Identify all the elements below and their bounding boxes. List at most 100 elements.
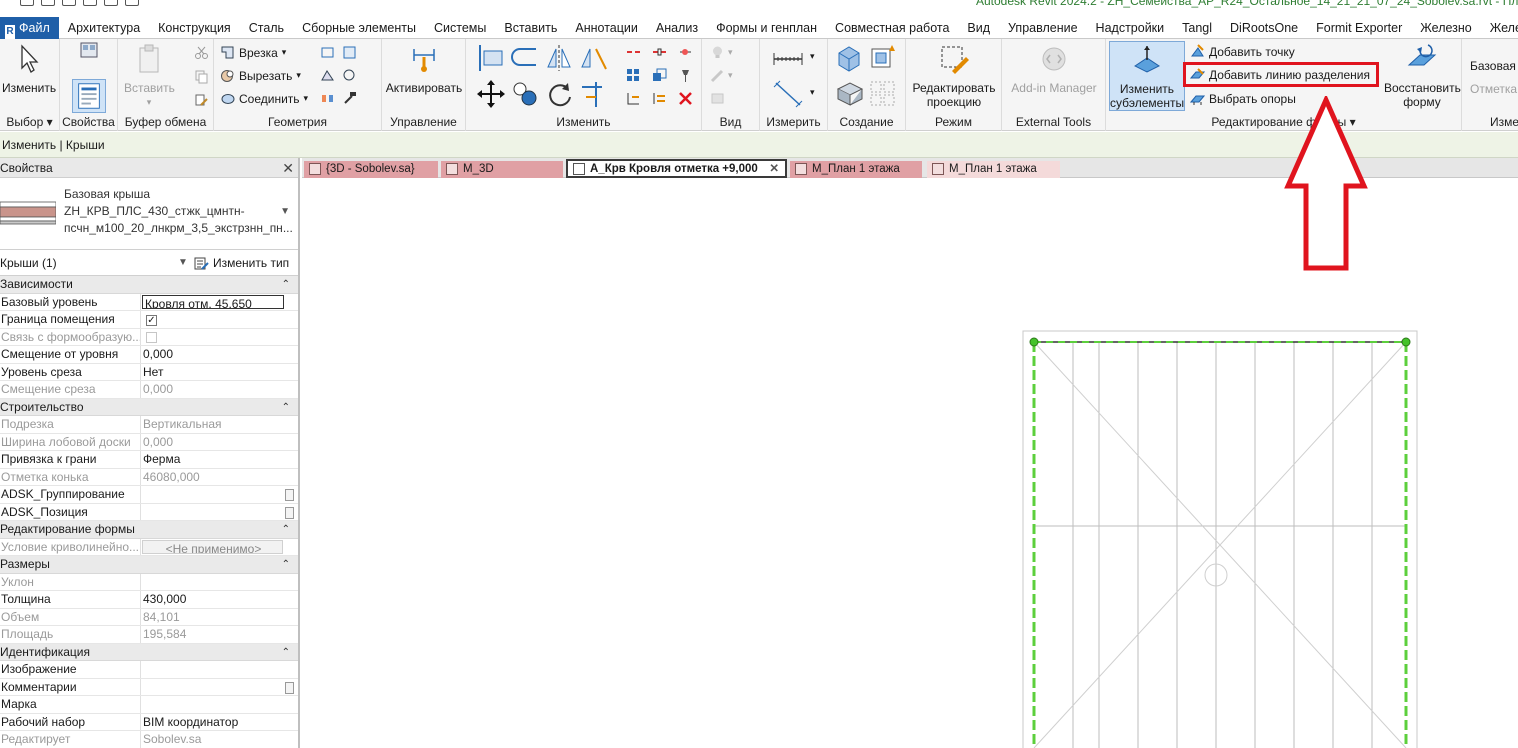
- reset-shape-button[interactable]: Восстановить форму: [1384, 43, 1461, 109]
- tab-analyze[interactable]: Анализ: [647, 17, 707, 39]
- chevron-down-icon[interactable]: ▼: [280, 206, 290, 217]
- property-value[interactable]: ✓: [141, 311, 298, 328]
- split-face-icon[interactable]: [342, 45, 357, 60]
- copy-icon[interactable]: [194, 69, 209, 84]
- tab-steel[interactable]: Сталь: [240, 17, 293, 39]
- type-selector[interactable]: Базовая крыша ZH_КРВ_ПЛС_430_стжк_цмнтн-…: [0, 178, 298, 250]
- tab-formit[interactable]: Formit Exporter: [1307, 17, 1411, 39]
- tab-addins[interactable]: Надстройки: [1087, 17, 1174, 39]
- view-box-icon[interactable]: [710, 91, 725, 106]
- tab-precast[interactable]: Сборные элементы: [293, 17, 425, 39]
- tab-diroots[interactable]: DiRootsOne: [1221, 17, 1307, 39]
- cut-geometry-button[interactable]: Вырезать ▾: [220, 68, 301, 83]
- sync-icon[interactable]: [62, 0, 76, 6]
- split-element-icon[interactable]: [320, 91, 335, 106]
- tab-manage[interactable]: Управление: [999, 17, 1087, 39]
- tab-annotate[interactable]: Аннотации: [566, 17, 646, 39]
- property-value[interactable]: [141, 661, 298, 678]
- paste-button[interactable]: Вставить ▾: [124, 43, 175, 109]
- view-tab-roof-plan-active[interactable]: А_Крв Кровля отметка +9,000 ✕: [566, 159, 787, 178]
- property-group-header[interactable]: Идентификация ⌃: [0, 643, 298, 661]
- move-icon[interactable]: [476, 79, 506, 109]
- split-gap-icon[interactable]: [652, 45, 667, 60]
- create-group-icon[interactable]: [868, 79, 898, 109]
- tab-zhelezno[interactable]: Железно: [1411, 17, 1480, 39]
- checkbox[interactable]: ✓: [146, 315, 157, 326]
- array-icon[interactable]: [626, 68, 641, 83]
- edit-projection-button[interactable]: Редактировать проекцию: [910, 43, 998, 109]
- undo-icon[interactable]: [83, 0, 97, 6]
- instance-filter-select[interactable]: Крыши (1): [0, 250, 57, 276]
- browse-button[interactable]: [285, 506, 294, 519]
- mirror-draw-icon[interactable]: [578, 43, 608, 73]
- modify-sub-elements-button[interactable]: Изменить субэлементы: [1109, 41, 1185, 111]
- property-group-header[interactable]: Размеры ⌃: [0, 556, 298, 574]
- collapse-chevron-icon[interactable]: ⌃: [282, 644, 290, 661]
- print-icon[interactable]: [125, 0, 139, 6]
- tab-systems[interactable]: Системы: [425, 17, 495, 39]
- view-tab-m-plan-1[interactable]: М_План 1 этажа: [790, 161, 922, 178]
- save-icon[interactable]: [41, 0, 55, 6]
- view-tab-m-3d[interactable]: М_3D: [441, 161, 563, 178]
- modify-button[interactable]: Изменить: [2, 43, 56, 95]
- rotate-icon[interactable]: [544, 79, 574, 109]
- collapse-chevron-icon[interactable]: ⌃: [282, 521, 290, 538]
- quick-access-toolbar[interactable]: [20, 0, 139, 6]
- browse-button[interactable]: [285, 489, 294, 501]
- copy-element-icon[interactable]: [510, 79, 540, 109]
- tab-view[interactable]: Вид: [958, 17, 999, 39]
- linework-brush-icon[interactable]: [710, 68, 725, 83]
- property-value[interactable]: Нет: [141, 364, 298, 381]
- property-value[interactable]: [141, 486, 298, 503]
- tab-structure[interactable]: Конструкция: [149, 17, 240, 39]
- trim-extend-icon[interactable]: [578, 79, 608, 109]
- property-group-header[interactable]: Редактирование формы ⌃: [0, 521, 298, 539]
- property-group-header[interactable]: Строительство ⌃: [0, 398, 298, 416]
- property-value[interactable]: <Не применимо>: [142, 539, 283, 554]
- create-parts-icon[interactable]: [834, 79, 864, 109]
- property-value[interactable]: Кровля отм. 45.650: [142, 294, 284, 309]
- paint-icon[interactable]: [342, 68, 357, 83]
- pin-icon[interactable]: [678, 68, 693, 83]
- open-icon[interactable]: [20, 0, 34, 6]
- wall-joins-icon[interactable]: [320, 45, 335, 60]
- light-bulb-icon[interactable]: [710, 45, 725, 60]
- collapse-chevron-icon[interactable]: ⌃: [282, 556, 290, 573]
- tab-architecture[interactable]: Архитектура: [59, 17, 149, 39]
- view-tab-m-plan-2[interactable]: М_План 1 этажа: [927, 161, 1060, 178]
- edit-type-button[interactable]: Изменить тип: [194, 254, 289, 272]
- pick-supports-button[interactable]: Выбрать опоры: [1190, 91, 1296, 106]
- cut-scissors-icon[interactable]: [194, 45, 209, 60]
- trim-single-icon[interactable]: [626, 91, 641, 106]
- addin-manager-button[interactable]: Add-in Manager: [1006, 43, 1102, 95]
- collapse-chevron-icon[interactable]: ⌃: [282, 276, 290, 293]
- trim-multi-icon[interactable]: [652, 91, 667, 106]
- measure-between-icon[interactable]: [772, 47, 804, 71]
- vertex-handle[interactable]: [1401, 337, 1411, 347]
- property-value[interactable]: Ферма: [141, 451, 298, 468]
- vertex-handle[interactable]: [1029, 337, 1039, 347]
- aligned-dimension-icon[interactable]: [772, 79, 804, 109]
- property-value[interactable]: 0,000: [141, 346, 298, 363]
- demolish-hammer-icon[interactable]: [342, 91, 357, 106]
- join-geometry-button[interactable]: Соединить ▾: [220, 91, 308, 106]
- chevron-down-icon[interactable]: ▼: [178, 250, 188, 276]
- mirror-axis-icon[interactable]: [544, 43, 574, 73]
- activate-button[interactable]: Активировать: [384, 43, 464, 95]
- property-group-header[interactable]: Зависимости ⌃: [0, 276, 298, 294]
- unpin-icon[interactable]: [678, 45, 693, 60]
- cut-in-button[interactable]: Врезка ▾: [220, 45, 286, 60]
- collapse-chevron-icon[interactable]: ⌃: [282, 399, 290, 416]
- tab-insert[interactable]: Вставить: [495, 17, 566, 39]
- properties-button[interactable]: [68, 42, 110, 113]
- property-value[interactable]: [141, 679, 298, 696]
- add-point-button[interactable]: Добавить точку: [1190, 44, 1295, 59]
- browse-button[interactable]: [285, 681, 294, 694]
- join-roof-icon[interactable]: [320, 68, 335, 83]
- property-value[interactable]: [141, 504, 298, 521]
- tab-file[interactable]: R Файл: [0, 16, 59, 39]
- tab-zhelezno-dev[interactable]: Железно-разрабо: [1481, 17, 1518, 39]
- property-value[interactable]: [141, 696, 298, 713]
- create-assembly-icon[interactable]: [834, 43, 864, 73]
- tab-massing-site[interactable]: Формы и генплан: [707, 17, 826, 39]
